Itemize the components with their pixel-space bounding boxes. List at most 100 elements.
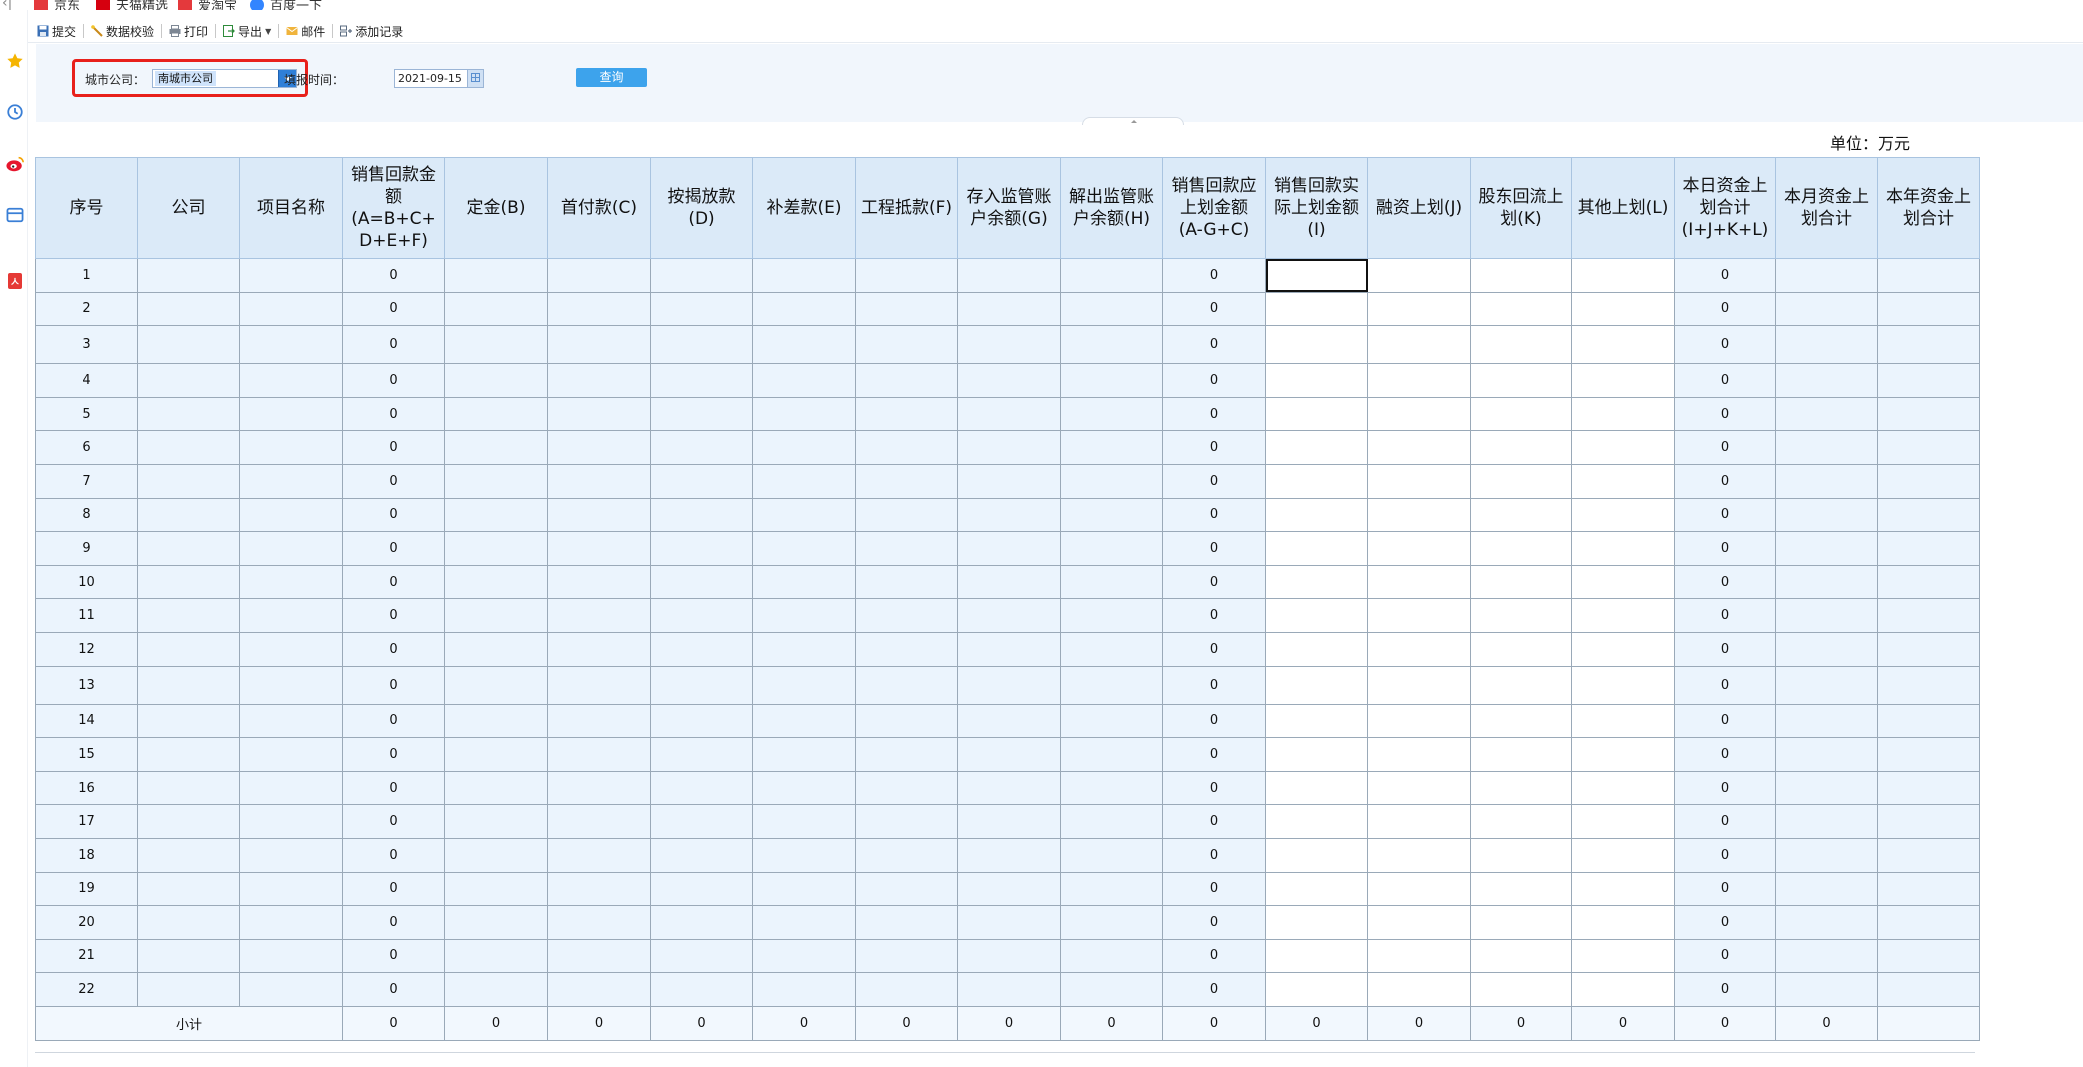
table-cell[interactable] (855, 905, 958, 940)
table-cell[interactable] (957, 430, 1061, 465)
table-cell[interactable] (957, 737, 1061, 772)
table-cell[interactable] (1470, 363, 1572, 398)
table-cell[interactable] (1060, 598, 1163, 633)
table-cell[interactable] (1367, 837, 1471, 873)
table-cell[interactable] (752, 564, 856, 600)
table-cell[interactable] (1877, 497, 1980, 533)
table-cell[interactable] (855, 598, 958, 633)
table-cell[interactable] (650, 770, 753, 806)
table-cell[interactable] (444, 430, 548, 465)
table-cell[interactable] (444, 938, 548, 974)
table-cell[interactable] (547, 531, 651, 566)
table-cell[interactable] (1265, 737, 1368, 772)
table-cell[interactable] (1060, 737, 1163, 772)
table-cell[interactable] (1060, 871, 1163, 907)
table-cell[interactable] (1775, 531, 1878, 566)
table-cell[interactable] (547, 463, 651, 499)
table-cell[interactable] (1265, 363, 1368, 398)
table-cell[interactable] (1265, 598, 1368, 633)
export-button[interactable]: 导出 ▼ (218, 23, 276, 40)
table-cell[interactable] (855, 363, 958, 398)
table-cell[interactable] (752, 871, 856, 907)
table-cell[interactable] (1877, 363, 1980, 398)
table-cell[interactable] (444, 737, 548, 772)
table-cell[interactable] (1367, 737, 1471, 772)
table-cell[interactable] (1470, 430, 1572, 465)
table-cell[interactable] (444, 770, 548, 806)
table-cell[interactable] (1775, 430, 1878, 465)
table-cell[interactable] (1775, 497, 1878, 533)
table-cell[interactable] (547, 396, 651, 432)
table-cell[interactable] (1571, 430, 1675, 465)
pdf-icon[interactable] (4, 270, 26, 292)
table-cell[interactable] (1571, 665, 1675, 705)
table-cell[interactable] (1367, 430, 1471, 465)
table-cell[interactable] (1470, 598, 1572, 633)
table-cell[interactable] (547, 631, 651, 667)
table-cell[interactable] (1571, 598, 1675, 633)
bookmark-tmall[interactable]: 天猫精选 (96, 0, 168, 10)
table-cell[interactable] (444, 871, 548, 907)
table-cell[interactable] (1571, 363, 1675, 398)
table-cell[interactable] (957, 497, 1061, 533)
table-cell[interactable] (547, 737, 651, 772)
table-cell[interactable] (547, 363, 651, 398)
table-cell[interactable] (1470, 291, 1572, 327)
table-cell[interactable] (650, 430, 753, 465)
table-cell[interactable] (1775, 770, 1878, 806)
table-cell[interactable] (547, 871, 651, 907)
table-cell[interactable] (650, 871, 753, 907)
table-cell[interactable] (1060, 804, 1163, 839)
table-cell[interactable] (1571, 737, 1675, 772)
table-cell[interactable] (1877, 325, 1980, 365)
table-cell[interactable] (547, 938, 651, 974)
table-cell[interactable] (1877, 703, 1980, 739)
table-cell[interactable] (650, 665, 753, 705)
bookmark-aitaobao[interactable]: 爱淘宝 (178, 0, 237, 10)
table-cell[interactable] (1877, 258, 1980, 293)
table-cell[interactable] (1877, 737, 1980, 772)
table-cell[interactable] (855, 972, 958, 1007)
table-cell[interactable] (1571, 463, 1675, 499)
table-cell[interactable] (1470, 463, 1572, 499)
table-cell[interactable] (1265, 497, 1368, 533)
table-cell[interactable] (752, 905, 856, 940)
table-cell[interactable] (1775, 598, 1878, 633)
table-cell[interactable] (1265, 905, 1368, 940)
table-cell[interactable] (1265, 258, 1368, 293)
table-cell[interactable] (752, 430, 856, 465)
table-cell[interactable] (1571, 325, 1675, 365)
table-cell[interactable] (1571, 837, 1675, 873)
table-cell[interactable] (752, 972, 856, 1007)
table-cell[interactable] (957, 463, 1061, 499)
table-cell[interactable] (650, 905, 753, 940)
table-cell[interactable] (1367, 291, 1471, 327)
table-cell[interactable] (1775, 396, 1878, 432)
table-cell[interactable] (1571, 703, 1675, 739)
table-cell[interactable] (752, 770, 856, 806)
table-cell[interactable] (855, 291, 958, 327)
table-cell[interactable] (1367, 463, 1471, 499)
table-cell[interactable] (957, 564, 1061, 600)
table-cell[interactable] (855, 871, 958, 907)
table-cell[interactable] (1367, 938, 1471, 974)
table-cell[interactable] (650, 564, 753, 600)
table-cell[interactable] (650, 363, 753, 398)
history-icon[interactable] (4, 101, 26, 123)
panel-collapse-handle[interactable] (1082, 117, 1184, 125)
table-cell[interactable] (1060, 938, 1163, 974)
table-cell[interactable] (1775, 871, 1878, 907)
submit-button[interactable]: 提交 (32, 23, 81, 40)
table-cell[interactable] (1470, 837, 1572, 873)
table-cell[interactable] (1060, 291, 1163, 327)
table-cell[interactable] (957, 804, 1061, 839)
table-cell[interactable] (1877, 564, 1980, 600)
table-cell[interactable] (1367, 871, 1471, 907)
table-cell[interactable] (1265, 531, 1368, 566)
table-cell[interactable] (1571, 905, 1675, 940)
table-cell[interactable] (1060, 665, 1163, 705)
table-cell[interactable] (1265, 396, 1368, 432)
table-cell[interactable] (1367, 396, 1471, 432)
back-chevron-icon[interactable]: ‹| (2, 0, 12, 10)
table-cell[interactable] (752, 325, 856, 365)
